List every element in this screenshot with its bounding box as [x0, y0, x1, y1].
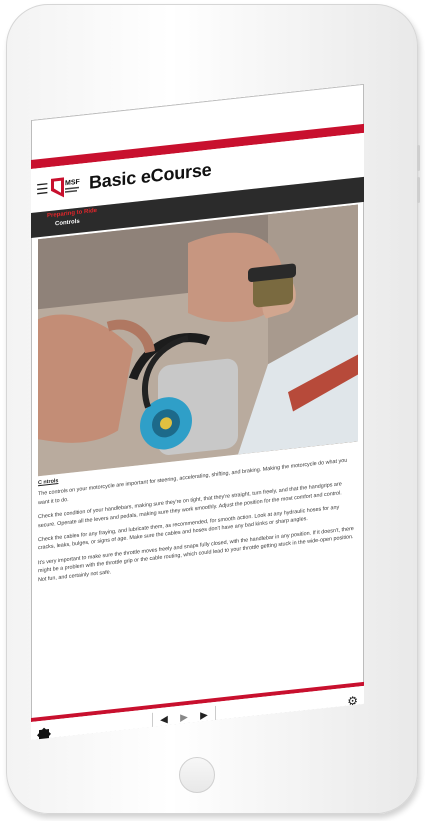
- lesson-photo: [38, 204, 358, 477]
- course-title: Basic eCourse: [89, 159, 212, 193]
- home-button[interactable]: [179, 757, 215, 793]
- breadcrumb-section[interactable]: Preparing to Ride: [47, 208, 97, 219]
- volume-down-button[interactable]: [417, 177, 420, 203]
- volume-up-button[interactable]: [417, 145, 420, 171]
- logo-text: MSF: [65, 179, 80, 188]
- msf-seal-icon: [37, 727, 51, 740]
- msf-logo: MSF: [51, 177, 80, 198]
- tablet-screen: ☰ MSF Basic eCourse Preparing to Ride Co…: [31, 83, 364, 740]
- breadcrumb-page: Controls: [55, 218, 80, 228]
- handlebar-photo-illustration: [38, 204, 358, 477]
- hamburger-menu-icon[interactable]: ☰: [36, 180, 49, 197]
